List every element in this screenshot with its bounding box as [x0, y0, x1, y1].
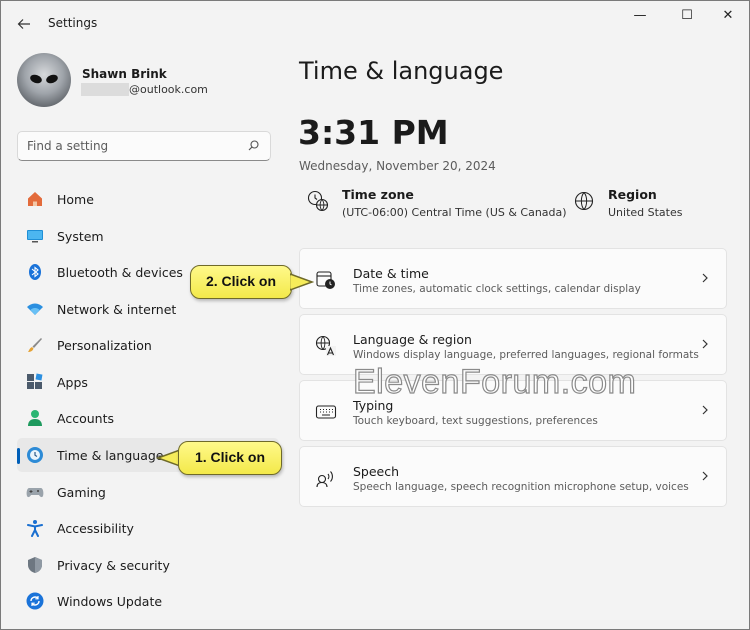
wifi-icon [26, 300, 44, 318]
page-title: Time & language [299, 57, 504, 85]
time-zone-value: (UTC-06:00) Central Time (US & Canada) [342, 206, 567, 219]
home-icon [26, 190, 44, 208]
watermark: ElevenForum.com [352, 362, 637, 401]
sidebar-item-label: Accessibility [57, 521, 134, 536]
update-icon [26, 592, 44, 610]
sidebar-item-privacy[interactable]: Privacy & security [17, 548, 279, 582]
time-zone-icon [307, 190, 329, 212]
chevron-right-icon [700, 336, 710, 352]
sidebar-item-gaming[interactable]: Gaming [17, 475, 279, 509]
sidebar-item-label: Gaming [57, 485, 106, 500]
sidebar-item-windows-update[interactable]: Windows Update [17, 584, 279, 618]
callout-step-1: 1. Click on [178, 441, 282, 475]
chevron-right-icon [700, 270, 710, 286]
sidebar-item-label: System [57, 229, 104, 244]
sidebar-item-system[interactable]: System [17, 219, 279, 253]
keyboard-icon [315, 401, 337, 423]
title-bar: Settings — ☐ ✕ [1, 1, 749, 45]
region-label: Region [608, 187, 657, 202]
speech-icon [315, 467, 337, 489]
card-description: Time zones, automatic clock settings, ca… [353, 283, 641, 295]
card-title: Speech [353, 464, 400, 479]
sidebar-item-accessibility[interactable]: Accessibility [17, 511, 279, 545]
current-time: 3:31 PM [298, 113, 449, 152]
card-description: Touch keyboard, text suggestions, prefer… [353, 415, 598, 427]
email-redaction [81, 83, 129, 96]
sidebar-item-label: Personalization [57, 338, 152, 353]
selection-indicator [17, 448, 20, 464]
sidebar-item-apps[interactable]: Apps [17, 365, 279, 399]
card-description: Speech language, speech recognition micr… [353, 481, 689, 493]
card-title: Language & region [353, 332, 472, 347]
card-speech[interactable]: Speech Speech language, speech recogniti… [299, 446, 727, 507]
settings-window: Settings — ☐ ✕ Shawn Brink @outlook.com … [0, 0, 750, 630]
avatar-eye-left [28, 73, 44, 85]
current-date: Wednesday, November 20, 2024 [299, 159, 496, 173]
callout-step-2-pointer [290, 273, 314, 291]
sidebar-item-label: Time & language [57, 448, 164, 463]
gamepad-icon [26, 483, 44, 501]
user-name: Shawn Brink [82, 67, 167, 81]
sidebar-item-label: Windows Update [57, 594, 163, 609]
region-value: United States [608, 206, 683, 219]
app-title: Settings [48, 16, 98, 30]
sidebar-item-home[interactable]: Home [17, 182, 279, 216]
sidebar-item-personalization[interactable]: Personalization [17, 328, 279, 362]
sidebar-item-label: Network & internet [57, 302, 177, 317]
time-zone-label: Time zone [342, 187, 414, 202]
language-icon [315, 335, 337, 357]
search-input[interactable] [27, 139, 227, 153]
callout-step-2: 2. Click on [190, 265, 292, 299]
arrow-left-icon [17, 19, 30, 29]
calendar-clock-icon [315, 269, 337, 291]
accessibility-icon [26, 519, 44, 537]
callout-step-1-pointer [156, 449, 180, 467]
close-button[interactable]: ✕ [708, 5, 748, 27]
shield-icon [26, 556, 44, 574]
sidebar-item-label: Bluetooth & devices [57, 265, 183, 280]
chevron-right-icon [700, 402, 710, 418]
user-email: @outlook.com [129, 83, 208, 96]
card-title: Date & time [353, 266, 429, 281]
search-box[interactable] [17, 131, 271, 161]
card-date-time[interactable]: Date & time Time zones, automatic clock … [299, 248, 727, 309]
person-icon [26, 409, 44, 427]
brush-icon [26, 336, 44, 354]
chevron-right-icon [700, 468, 710, 484]
sidebar-item-label: Accounts [57, 411, 114, 426]
monitor-icon [26, 227, 44, 245]
back-button[interactable] [14, 14, 34, 34]
minimize-button[interactable]: — [620, 5, 660, 27]
bluetooth-icon [26, 263, 44, 281]
sidebar-item-label: Apps [57, 375, 88, 390]
search-icon[interactable] [248, 140, 259, 154]
globe-clock-icon [26, 446, 44, 464]
sidebar-item-label: Home [57, 192, 94, 207]
avatar[interactable] [17, 53, 71, 107]
card-description: Windows display language, preferred lang… [353, 349, 699, 361]
apps-icon [26, 373, 44, 391]
sidebar-item-label: Privacy & security [57, 558, 170, 573]
globe-icon [574, 191, 594, 211]
avatar-eye-right [44, 73, 60, 85]
sidebar-item-accounts[interactable]: Accounts [17, 401, 279, 435]
maximize-button[interactable]: ☐ [667, 5, 707, 27]
